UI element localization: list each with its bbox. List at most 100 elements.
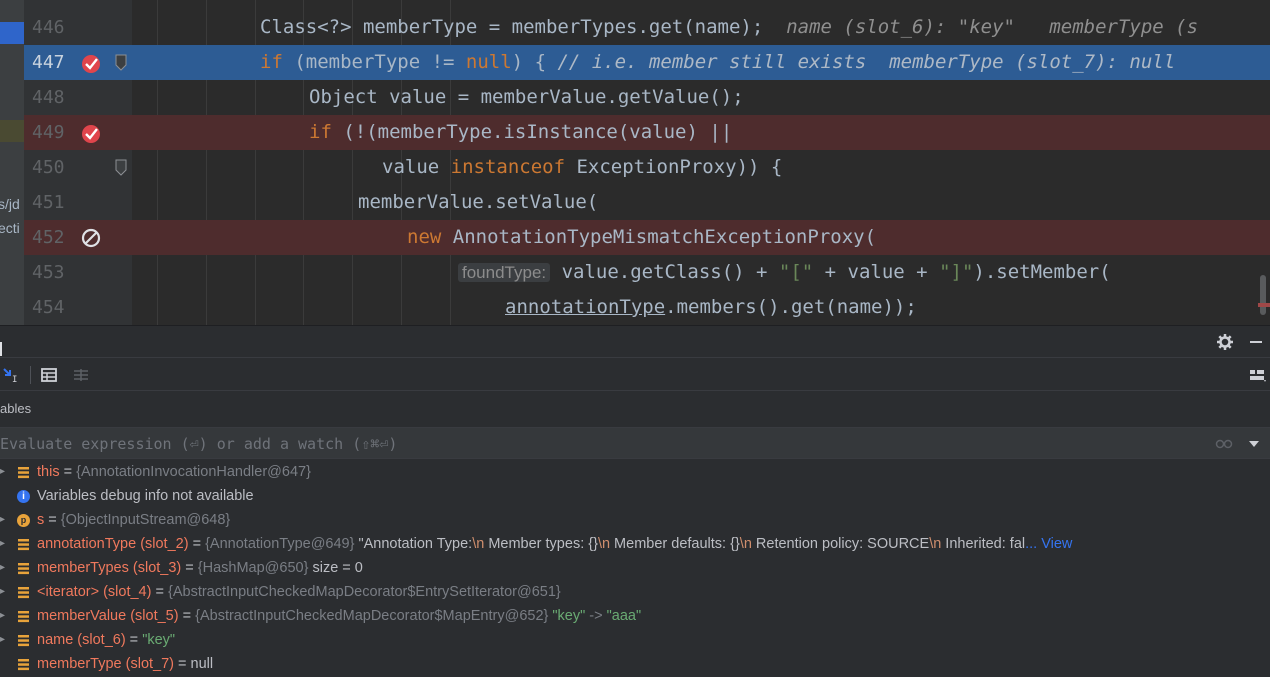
variable-type: {AnnotationType@649} <box>205 536 355 552</box>
debug-toolbar: I <box>0 357 1270 391</box>
line-number[interactable]: 447 <box>32 45 72 80</box>
line-number[interactable]: 450 <box>32 150 72 185</box>
variable-value: Member defaults: {} <box>610 536 740 552</box>
info-message: Variables debug info not available <box>37 488 254 504</box>
fold-icon[interactable] <box>114 159 128 177</box>
code-line-450[interactable]: 450 value instanceof ExceptionProxy)) { <box>24 150 1270 185</box>
code-line-454[interactable]: 454 annotationType.members().get(name)); <box>24 290 1270 325</box>
view-link[interactable]: ... View <box>1025 536 1072 552</box>
newline-escape: \n <box>472 536 485 552</box>
expand-arrow-icon[interactable]: ▸ <box>0 460 5 484</box>
step-icon[interactable]: I <box>2 366 20 384</box>
variable-name: memberTypes (slot_3) <box>37 560 182 576</box>
fold-icon[interactable] <box>114 54 128 72</box>
project-tree-edge[interactable]: s/jd ecti <box>0 0 24 325</box>
selected-file-marker <box>0 22 24 44</box>
breakpoint-hit-icon[interactable] <box>80 122 102 144</box>
expand-arrow-icon[interactable]: ▸ <box>0 580 5 604</box>
variable-value: Inherited: fal <box>941 536 1026 552</box>
code-line-449-breakpoint[interactable]: 449 if (!(memberType.isInstance(value) |… <box>24 115 1270 150</box>
newline-escape: \n <box>929 536 942 552</box>
field-icon <box>18 539 29 551</box>
code-link[interactable]: annotationType <box>505 296 665 318</box>
dropdown-arrow-icon[interactable] <box>1248 439 1260 449</box>
variable-type: {HashMap@650} <box>197 560 309 576</box>
code-line-448[interactable]: 448 Object value = memberValue.getValue(… <box>24 80 1270 115</box>
expand-arrow-icon[interactable]: ▸ <box>0 508 5 532</box>
expand-arrow-icon[interactable]: ▸ <box>0 556 5 580</box>
line-number[interactable]: 452 <box>32 220 72 255</box>
equals-sign: = <box>44 512 61 528</box>
variables-tab-title[interactable]: ables <box>0 391 1270 427</box>
map-arrow: -> <box>585 608 607 624</box>
toolbar-separator <box>30 366 31 384</box>
equals-sign: = <box>188 536 206 552</box>
comment: // i.e. member still exists <box>557 51 867 73</box>
gear-icon[interactable] <box>1216 333 1234 351</box>
expand-arrow-icon[interactable]: ▸ <box>0 604 5 628</box>
keyword: null <box>465 51 512 73</box>
line-number[interactable]: 446 <box>32 10 72 45</box>
variable-row-this[interactable]: ▸ this = {AnnotationInvocationHandler@64… <box>0 460 1270 484</box>
code-text: Object value = memberValue.getValue(); <box>309 86 744 108</box>
variable-name: memberValue (slot_5) <box>37 608 179 624</box>
code-text: ) { <box>511 51 558 73</box>
inline-debug-value: memberType (slot_7): null <box>889 51 1176 73</box>
code-text: (!(memberType.isInstance(value) || <box>331 121 733 143</box>
code-text: .members().get(name)); <box>665 296 917 318</box>
code-text: memberValue.setValue( <box>358 191 599 213</box>
variable-row-member-value[interactable]: ▸ memberValue (slot_5) = {AbstractInputC… <box>0 604 1270 628</box>
string-value: "aaa" <box>606 608 642 624</box>
variable-row-iterator[interactable]: ▸ <iterator> (slot_4) = {AbstractInputCh… <box>0 580 1270 604</box>
code-line-453[interactable]: 453 foundType: value.getClass() + "[" + … <box>24 255 1270 290</box>
equals-sign: = <box>178 608 196 624</box>
tab-indicator <box>0 342 2 356</box>
expand-arrow-icon[interactable]: ▸ <box>0 628 5 652</box>
glasses-icon[interactable] <box>1214 437 1234 451</box>
parameter-icon: p <box>17 514 30 527</box>
line-number[interactable]: 449 <box>32 115 72 150</box>
code-editor[interactable]: s/jd ecti 446 Class<?> memberType = memb… <box>0 0 1270 325</box>
code-text: (memberType != <box>282 51 466 73</box>
expand-arrow-icon[interactable]: ▸ <box>0 532 5 556</box>
variable-type: {AbstractInputCheckedMapDecorator$EntryS… <box>167 584 561 600</box>
line-number[interactable]: 454 <box>32 290 72 325</box>
variable-type: {AbstractInputCheckedMapDecorator$MapEnt… <box>195 608 549 624</box>
variable-value: size = 0 <box>308 560 363 576</box>
file-marker <box>0 120 24 142</box>
breakpoint-hit-icon[interactable] <box>80 52 102 74</box>
variable-type: {ObjectInputStream@648} <box>60 512 231 528</box>
table-icon[interactable] <box>40 366 58 384</box>
variable-row-s[interactable]: ▸ p s = {ObjectInputStream@648} <box>0 508 1270 532</box>
tree-item-text[interactable]: s/jd <box>0 196 20 212</box>
newline-escape: \n <box>597 536 611 552</box>
line-number[interactable]: 453 <box>32 255 72 290</box>
muted-breakpoint-icon[interactable] <box>80 227 102 249</box>
variable-row-member-type[interactable]: memberType (slot_7) = null <box>0 652 1270 676</box>
minimize-icon[interactable] <box>1248 333 1264 351</box>
evaluate-expression-input[interactable]: Evaluate expression (⏎) or add a watch (… <box>0 427 1270 459</box>
string-value: "key" <box>548 608 586 624</box>
variable-value: Retention policy: SOURCE <box>751 536 930 552</box>
code-line-452-breakpoint[interactable]: 452 new AnnotationTypeMismatchExceptionP… <box>24 220 1270 255</box>
equals-sign: = <box>174 656 191 672</box>
debug-header <box>0 325 1270 357</box>
layout-icon[interactable] <box>1248 366 1268 384</box>
debug-tool-window: I ables Evaluate expression (⏎) or add a… <box>0 325 1270 677</box>
string-literal: "[" <box>778 261 814 283</box>
equals-sign: = <box>151 584 168 600</box>
variable-row-annotation-type[interactable]: ▸ annotationType (slot_2) = {AnnotationT… <box>0 532 1270 556</box>
threads-icon[interactable] <box>72 366 90 384</box>
newline-escape: \n <box>739 536 752 552</box>
error-stripe-marker[interactable] <box>1258 303 1270 307</box>
code-line-451[interactable]: 451 memberValue.setValue( <box>24 185 1270 220</box>
line-number[interactable]: 451 <box>32 185 72 220</box>
tree-item-text[interactable]: ecti <box>0 220 20 236</box>
variable-row-member-types[interactable]: ▸ memberTypes (slot_3) = {HashMap@650} s… <box>0 556 1270 580</box>
code-line-447-current[interactable]: 447 if (memberType != null) { // i.e. me… <box>24 45 1270 80</box>
line-number[interactable]: 448 <box>32 80 72 115</box>
keyword: if <box>309 121 332 143</box>
variable-row-name[interactable]: ▸ name (slot_6) = "key" <box>0 628 1270 652</box>
code-line-446[interactable]: 446 Class<?> memberType = memberTypes.ge… <box>24 10 1270 45</box>
editor-scrollbar[interactable] <box>1260 275 1266 315</box>
